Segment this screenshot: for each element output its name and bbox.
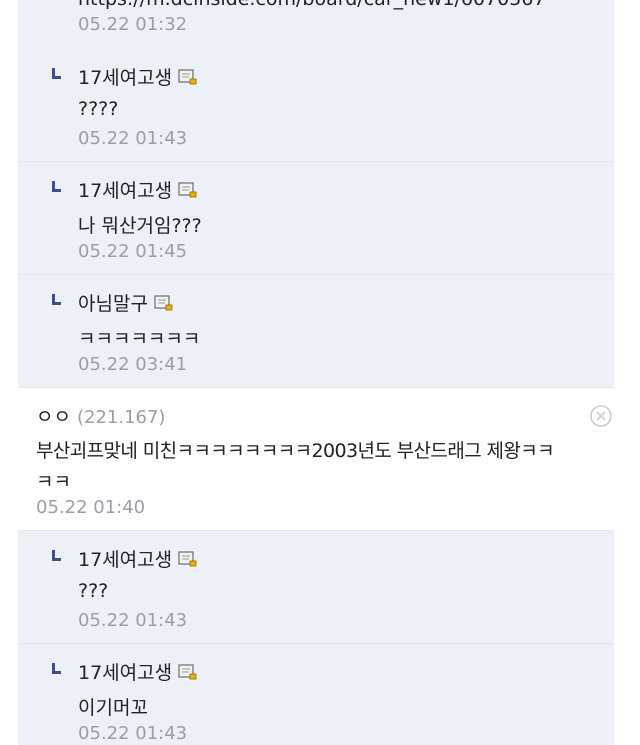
reply-link-text[interactable]: https://m.dcinside.com/board/car_new1/60… bbox=[78, 0, 545, 10]
reply-text: ??? bbox=[78, 580, 109, 602]
reply-text: 이기머꼬 bbox=[78, 697, 148, 719]
reply-text: ???? bbox=[78, 98, 119, 120]
reply-date: 05.22 03:41 bbox=[78, 354, 188, 375]
reply-author[interactable]: 17세여고생 bbox=[78, 176, 197, 203]
reply-date: 05.22 01:43 bbox=[78, 128, 188, 149]
gallog-icon bbox=[154, 294, 173, 310]
reply-arrow-icon bbox=[52, 68, 61, 79]
gallog-icon bbox=[178, 181, 197, 197]
reply-date: 05.22 01:43 bbox=[78, 610, 188, 631]
reply-author[interactable]: 아님말구 bbox=[78, 289, 173, 316]
reply-item: 17세여고생 나 뭐산거임??? 05.22 01:45 bbox=[18, 162, 614, 275]
reply-item: https://m.dcinside.com/board/car_new1/60… bbox=[18, 0, 614, 50]
reply-author-name: 아님말구 bbox=[78, 293, 148, 315]
comment-author-name: ㅇㅇ bbox=[36, 406, 71, 428]
gallog-icon bbox=[178, 68, 197, 84]
reply-arrow-icon bbox=[52, 663, 61, 674]
reply-text: ㅋㅋㅋㅋㅋㅋㅋ bbox=[78, 328, 201, 350]
reply-item: 아님말구 ㅋㅋㅋㅋㅋㅋㅋ 05.22 03:41 bbox=[18, 275, 614, 388]
reply-text: 나 뭐산거임??? bbox=[78, 215, 202, 237]
reply-arrow-icon bbox=[52, 550, 61, 561]
comment-list: https://m.dcinside.com/board/car_new1/60… bbox=[18, 0, 614, 745]
gallog-icon bbox=[178, 550, 197, 566]
reply-item: 17세여고생 ??? 05.22 01:43 bbox=[18, 531, 614, 644]
reply-author[interactable]: 17세여고생 bbox=[78, 658, 197, 685]
comment-text-line2: ㅋㅋ bbox=[36, 471, 71, 493]
comment-text-line1: 부산괴프맞네 미친ㅋㅋㅋㅋㅋㅋㅋㅋ2003년도 부산드래그 제왕ㅋㅋ bbox=[36, 440, 555, 462]
reply-author-name: 17세여고생 bbox=[78, 549, 173, 571]
reply-date: 05.22 01:32 bbox=[78, 14, 188, 35]
reply-author-name: 17세여고생 bbox=[78, 180, 173, 202]
reply-date: 05.22 01:45 bbox=[78, 241, 188, 262]
gallog-icon bbox=[178, 663, 197, 679]
comment-date: 05.22 01:40 bbox=[36, 497, 146, 518]
comment-item: ㅇㅇ (221.167) 부산괴프맞네 미친ㅋㅋㅋㅋㅋㅋㅋㅋ2003년도 부산드래… bbox=[18, 388, 614, 531]
reply-author[interactable]: 17세여고생 bbox=[78, 545, 197, 572]
comment-author[interactable]: ㅇㅇ (221.167) bbox=[36, 402, 165, 429]
reply-arrow-icon bbox=[52, 181, 61, 192]
comment-ip: (221.167) bbox=[76, 407, 166, 428]
reply-author-name: 17세여고생 bbox=[78, 67, 173, 89]
reply-date: 05.22 01:43 bbox=[78, 723, 188, 744]
reply-author[interactable]: 17세여고생 bbox=[78, 63, 197, 90]
reply-author-name: 17세여고생 bbox=[78, 662, 173, 684]
delete-icon[interactable] bbox=[590, 405, 612, 427]
reply-item: 17세여고생 ???? 05.22 01:43 bbox=[18, 49, 614, 162]
reply-item: 17세여고생 이기머꼬 05.22 01:43 bbox=[18, 644, 614, 745]
reply-arrow-icon bbox=[52, 294, 61, 305]
